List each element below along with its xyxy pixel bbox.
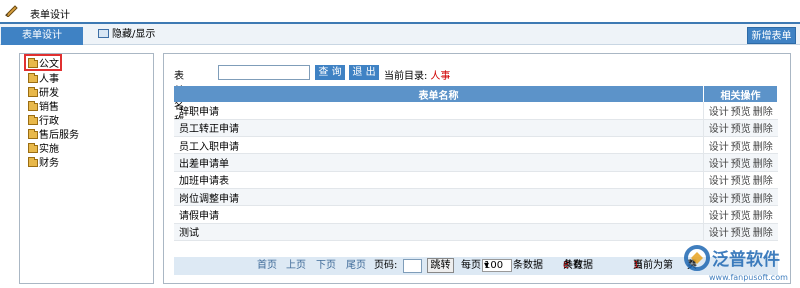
jump-button[interactable]: 跳转 bbox=[427, 258, 454, 273]
table-row: 岗位调整申请 设计 预览 删除 bbox=[174, 188, 778, 207]
toggle-sidebar-button[interactable]: 隐藏/显示 bbox=[98, 28, 155, 41]
current-directory-value: 人事 bbox=[430, 71, 451, 82]
row-actions: 设计 预览 删除 bbox=[703, 102, 778, 120]
forms-table: 表单名称 相关操作 辞职申请 设计 预览 删除 员工转正申请 设计 预览 删除 员工入职申请 设计… bbox=[174, 86, 778, 241]
category-tree: 公文 人事 研发 销售 行政 售后服务 实施 财务 bbox=[19, 53, 154, 284]
delete-link[interactable]: 删除 bbox=[753, 211, 773, 222]
pen-icon bbox=[5, 5, 18, 17]
tree-item-xingzheng[interactable]: 行政 bbox=[28, 115, 59, 128]
design-link[interactable]: 设计 bbox=[709, 142, 729, 153]
row-actions: 设计 预览 删除 bbox=[703, 136, 778, 155]
title-bar: 表单设计 bbox=[0, 0, 800, 22]
tree-item-caiwu[interactable]: 财务 bbox=[28, 157, 59, 170]
folder-icon bbox=[28, 115, 38, 125]
folder-icon bbox=[28, 73, 38, 83]
design-link[interactable]: 设计 bbox=[709, 194, 729, 205]
folder-icon bbox=[28, 143, 38, 153]
table-row: 员工转正申请 设计 预览 删除 bbox=[174, 119, 778, 138]
col-header-actions: 相关操作 bbox=[703, 86, 778, 102]
folder-icon bbox=[28, 157, 38, 167]
row-actions: 设计 预览 删除 bbox=[703, 153, 778, 172]
folder-icon bbox=[28, 129, 38, 139]
query-button[interactable]: 查 询 bbox=[315, 65, 345, 80]
row-actions: 设计 预览 删除 bbox=[703, 119, 778, 138]
current-directory: 当前目录: 人事 bbox=[384, 71, 451, 82]
records-label: 条数据 bbox=[513, 260, 543, 271]
preview-link[interactable]: 预览 bbox=[731, 159, 751, 170]
toggle-label: 隐藏/显示 bbox=[112, 29, 156, 40]
form-name-cell: 加班申请表 bbox=[174, 171, 704, 189]
delete-link[interactable]: 删除 bbox=[753, 159, 773, 170]
preview-link[interactable]: 预览 bbox=[731, 124, 751, 135]
new-form-button[interactable]: 新增表单 bbox=[747, 27, 796, 44]
watermark-logo: 泛普软件 www.fanpusoft.com bbox=[684, 245, 788, 282]
watermark-url: www.fanpusoft.com bbox=[709, 273, 788, 282]
preview-link[interactable]: 预览 bbox=[731, 107, 751, 118]
form-name-cell: 出差申请单 bbox=[174, 153, 704, 172]
delete-link[interactable]: 删除 bbox=[753, 176, 773, 187]
form-name-input[interactable] bbox=[218, 65, 310, 80]
table-row: 辞职申请 设计 预览 删除 bbox=[174, 102, 778, 120]
preview-link[interactable]: 预览 bbox=[731, 211, 751, 222]
window-title: 表单设计 bbox=[30, 10, 70, 21]
last-page-link[interactable]: 尾页 bbox=[346, 257, 366, 275]
toolbar: 表单设计 隐藏/显示 新增表单 bbox=[0, 22, 800, 45]
form-name-cell: 测试 bbox=[174, 223, 704, 241]
folder-icon bbox=[28, 87, 38, 97]
tree-item-shouhou[interactable]: 售后服务 bbox=[28, 129, 79, 142]
design-link[interactable]: 设计 bbox=[709, 107, 729, 118]
row-actions: 设计 预览 删除 bbox=[703, 188, 778, 207]
delete-link[interactable]: 删除 bbox=[753, 107, 773, 118]
exit-button[interactable]: 退 出 bbox=[349, 65, 379, 80]
delete-link[interactable]: 删除 bbox=[753, 142, 773, 153]
per-page-select[interactable]: 100 ▾ bbox=[482, 259, 512, 272]
delete-link[interactable]: 删除 bbox=[753, 194, 773, 205]
table-row: 加班申请表 设计 预览 删除 bbox=[174, 171, 778, 189]
prev-page-link[interactable]: 上页 bbox=[286, 257, 306, 275]
delete-link[interactable]: 删除 bbox=[753, 124, 773, 135]
folder-icon bbox=[28, 101, 38, 111]
first-page-link[interactable]: 首页 bbox=[257, 257, 277, 275]
preview-link[interactable]: 预览 bbox=[731, 194, 751, 205]
form-name-cell: 员工转正申请 bbox=[174, 119, 704, 138]
preview-link[interactable]: 预览 bbox=[731, 142, 751, 153]
watermark-brand: 泛普软件 bbox=[712, 249, 780, 270]
per-page-label: 每页 bbox=[461, 260, 481, 271]
design-link[interactable]: 设计 bbox=[709, 159, 729, 170]
table-row: 出差申请单 设计 预览 删除 bbox=[174, 153, 778, 172]
tab-form-design[interactable]: 表单设计 bbox=[1, 27, 83, 45]
selection-highlight bbox=[24, 54, 62, 71]
design-link[interactable]: 设计 bbox=[709, 124, 729, 135]
next-page-link[interactable]: 下页 bbox=[316, 257, 336, 275]
design-link[interactable]: 设计 bbox=[709, 211, 729, 222]
page-code-label: 页码: bbox=[374, 260, 398, 271]
col-header-name: 表单名称 bbox=[174, 86, 705, 102]
tree-item-xiaoshou[interactable]: 销售 bbox=[28, 101, 59, 114]
table-row: 员工入职申请 设计 预览 删除 bbox=[174, 136, 778, 155]
design-link[interactable]: 设计 bbox=[709, 176, 729, 187]
table-row: 请假申请 设计 预览 删除 bbox=[174, 205, 778, 224]
table-header-row: 表单名称 相关操作 bbox=[174, 86, 778, 102]
row-actions: 设计 预览 删除 bbox=[703, 205, 778, 224]
row-actions: 设计 预览 删除 bbox=[703, 171, 778, 189]
form-name-cell: 员工入职申请 bbox=[174, 136, 704, 155]
form-name-cell: 岗位调整申请 bbox=[174, 188, 704, 207]
preview-link[interactable]: 预览 bbox=[731, 176, 751, 187]
panel-icon bbox=[98, 29, 109, 38]
tree-item-renshi[interactable]: 人事 bbox=[28, 73, 59, 86]
page-number-input[interactable] bbox=[403, 259, 422, 273]
form-name-cell: 请假申请 bbox=[174, 205, 704, 224]
tree-item-shishi[interactable]: 实施 bbox=[28, 143, 59, 156]
tree-item-yanfa[interactable]: 研发 bbox=[28, 87, 59, 100]
form-name-cell: 辞职申请 bbox=[174, 102, 704, 120]
